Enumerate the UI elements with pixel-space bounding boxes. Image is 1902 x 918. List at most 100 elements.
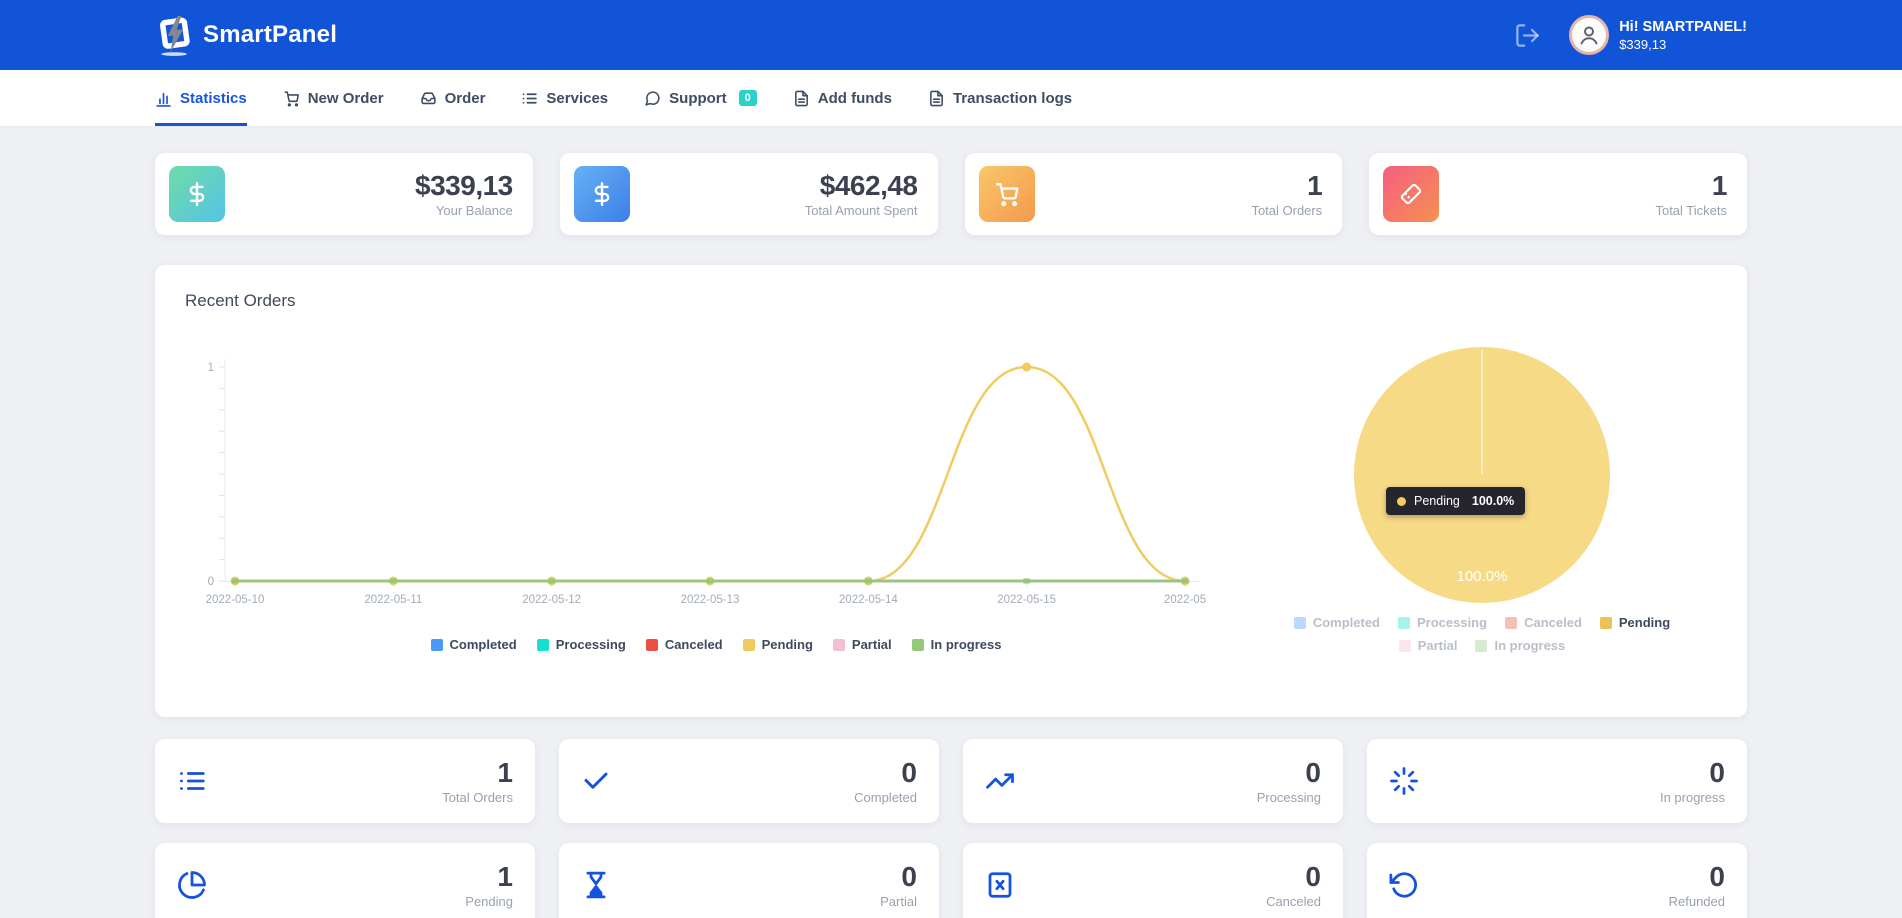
line-chart-legend: Completed Processing Canceled Pending Pa… [185, 637, 1247, 652]
legend-chip [645, 638, 658, 651]
stat-label: Total Amount Spent [804, 203, 918, 218]
legend-chip [832, 638, 845, 651]
line-legend-item[interactable]: Processing [536, 637, 626, 652]
summary-value: 0 [1305, 861, 1321, 892]
recent-orders-panel: Recent Orders 0 1 2022-05-10 2022-05-11 2022… [155, 265, 1747, 717]
pie-legend-item[interactable]: Canceled [1505, 615, 1582, 630]
user-menu[interactable]: Hi! SMARTPANEL! $339,13 [1569, 15, 1747, 55]
svg-text:2022-05-10: 2022-05-10 [206, 594, 265, 606]
line-legend-item[interactable]: Partial [832, 637, 892, 652]
lightning-logo-icon [155, 13, 195, 57]
pie-legend-item[interactable]: In progress [1475, 638, 1565, 653]
nav-order[interactable]: Order [420, 70, 486, 126]
nav-add-funds[interactable]: Add funds [793, 70, 892, 126]
hourglass-icon [581, 870, 611, 900]
svg-text:2022-05-14: 2022-05-14 [839, 594, 898, 606]
loader-icon [1389, 766, 1419, 796]
stat-value: 1 [1711, 170, 1728, 201]
summary-value: 1 [497, 757, 513, 788]
legend-label: In progress [930, 637, 1002, 652]
pie-legend-item[interactable]: Pending [1599, 615, 1670, 630]
summary-label: Refunded [1668, 894, 1725, 909]
line-legend-item[interactable]: Pending [742, 637, 813, 652]
line-legend-item[interactable]: In progress [911, 637, 1002, 652]
user-greeting: Hi! SMARTPANEL! [1619, 18, 1747, 35]
summary-value: 0 [1305, 757, 1321, 788]
pie-legend-item[interactable]: Partial [1398, 638, 1458, 653]
svg-text:2022-05: 2022-05 [1164, 594, 1206, 606]
pie-legend-item[interactable]: Completed [1293, 615, 1380, 630]
nav-label: Services [546, 89, 609, 107]
line-legend-item[interactable]: Completed [430, 637, 517, 652]
pie-chart-legend: Completed Processing Canceled Pending Pa… [1292, 615, 1672, 653]
legend-chip [1599, 616, 1612, 629]
stat-label: Total Orders [1251, 203, 1323, 218]
summary-value: 0 [901, 757, 917, 788]
list-icon [521, 90, 538, 107]
legend-label: Processing [555, 637, 626, 652]
legend-label: Canceled [664, 637, 723, 652]
summary-canceled: 0 Canceled [963, 843, 1343, 918]
summary-value: 1 [497, 861, 513, 892]
dollar-icon [573, 166, 630, 222]
pie-legend-item[interactable]: Processing [1397, 615, 1488, 630]
amount-spent-card: $462,48 Total Amount Spent [559, 153, 938, 235]
cart-icon [283, 90, 300, 107]
legend-chip [742, 638, 755, 651]
bar-chart-icon [155, 90, 172, 107]
nav-services[interactable]: Services [521, 70, 608, 126]
summary-grid: 1 Total Orders 0 Completed 0 Processing [155, 739, 1747, 918]
legend-label: Processing [1416, 615, 1488, 630]
summary-label: Total Orders [442, 790, 513, 805]
total-orders-card: 1 Total Orders [964, 153, 1343, 235]
svg-text:2022-05-15: 2022-05-15 [997, 594, 1056, 606]
svg-text:2022-05-11: 2022-05-11 [364, 594, 422, 606]
legend-label: In progress [1494, 638, 1566, 653]
legend-label: Partial [851, 637, 892, 652]
nav-support[interactable]: Support 0 [644, 70, 757, 126]
user-balance: $339,13 [1619, 36, 1667, 52]
nav-statistics[interactable]: Statistics [155, 70, 247, 126]
nav-label: Transaction logs [952, 89, 1073, 107]
main-nav: Statistics New Order Order Services Supp… [0, 70, 1902, 127]
file-icon [928, 90, 945, 107]
brand-logo[interactable]: SmartPanel [155, 13, 337, 57]
orders-pie-chart: 100.0% Pending 100.0% Completed Processi… [1247, 331, 1717, 653]
summary-label: Partial [880, 894, 917, 909]
nav-label: Support [669, 89, 727, 107]
stat-cards-row: $339,13 Your Balance $462,48 Total Amoun… [155, 153, 1747, 235]
tooltip-label: Pending [1414, 494, 1460, 508]
inbox-icon [420, 90, 437, 107]
legend-chip [430, 638, 443, 651]
support-badge: 0 [738, 90, 757, 106]
balance-card: $339,13 Your Balance [155, 153, 533, 235]
stat-label: Total Tickets [1655, 203, 1727, 218]
app-header: SmartPanel Hi! SMARTPANEL! $339,13 [0, 0, 1902, 70]
summary-in-progress: 0 In progress [1367, 739, 1747, 823]
x-square-icon [985, 870, 1015, 900]
nav-label: New Order [307, 89, 384, 107]
svg-text:2022-05-13: 2022-05-13 [681, 594, 740, 606]
summary-completed: 0 Completed [559, 739, 939, 823]
trending-up-icon [985, 766, 1015, 796]
nav-new-order[interactable]: New Order [283, 70, 384, 126]
summary-label: Canceled [1266, 894, 1321, 909]
rotate-ccw-icon [1389, 870, 1419, 900]
line-legend-item[interactable]: Canceled [645, 637, 723, 652]
legend-label: Partial [1417, 638, 1458, 653]
summary-total-orders: 1 Total Orders [155, 739, 535, 823]
line-chart-svg: 0 1 2022-05-10 2022-05-11 2022-05-12 2022-05-… [206, 359, 1206, 606]
summary-refunded: 0 Refunded [1367, 843, 1747, 918]
logout-icon[interactable] [1514, 22, 1541, 49]
nav-label: Order [444, 89, 486, 107]
pie-chart-icon [177, 870, 207, 900]
legend-label: Pending [761, 637, 813, 652]
legend-chip [1475, 639, 1488, 652]
svg-text:1: 1 [208, 362, 214, 374]
total-tickets-card: 1 Total Tickets [1369, 153, 1747, 235]
pie-slice-boundary [1481, 350, 1483, 474]
legend-chip [1398, 639, 1411, 652]
tooltip-series-dot [1397, 496, 1406, 506]
file-icon [793, 90, 810, 107]
nav-transaction-logs[interactable]: Transaction logs [928, 70, 1072, 126]
